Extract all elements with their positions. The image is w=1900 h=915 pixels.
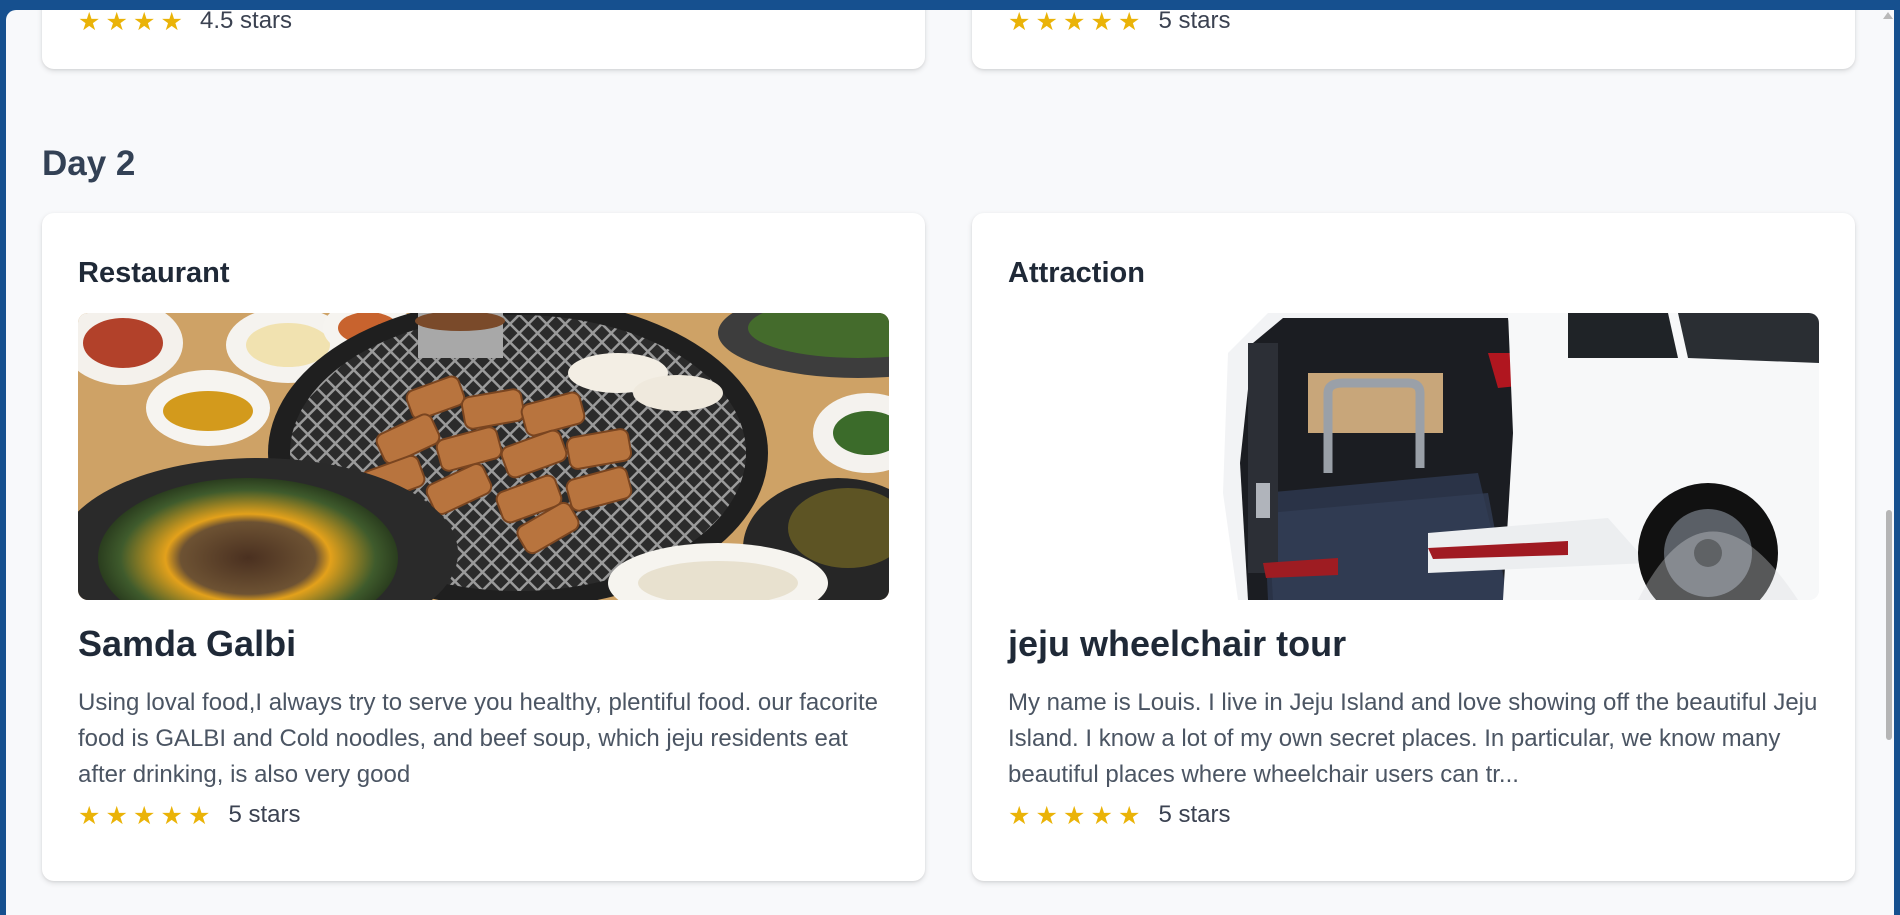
rating-row: ★ ★ ★ ★ ★ 5 stars xyxy=(78,801,301,829)
star-icon: ★ xyxy=(105,800,128,830)
rating-label: 5 stars xyxy=(1158,10,1231,34)
scroll-thumb[interactable] xyxy=(1886,510,1892,740)
star-icon: ★ xyxy=(160,800,183,830)
star-icon: ★ xyxy=(78,800,101,830)
card-category: Attraction xyxy=(1008,257,1145,289)
star-icon: ★ xyxy=(105,10,128,36)
star-icon: ★ xyxy=(1118,10,1141,36)
card-title[interactable]: jeju wheelchair tour xyxy=(1008,623,1346,665)
star-icon: ★ xyxy=(133,10,156,36)
card-title[interactable]: Samda Galbi xyxy=(78,623,296,665)
star-icon: ★ xyxy=(1063,10,1086,36)
rating-stars: ★ ★ ★ ★ ★ xyxy=(78,803,216,828)
star-icon: ★ xyxy=(1090,10,1113,36)
day1-card-right[interactable]: ★ ★ ★ ★ ★ 5 stars xyxy=(972,10,1855,69)
rating-row: ★ ★ ★ ★ 4.5 stars xyxy=(78,10,292,35)
rating-label: 5 stars xyxy=(1158,801,1231,828)
star-icons: ★ ★ ★ ★ xyxy=(78,10,188,34)
vertical-scrollbar[interactable] xyxy=(1882,10,1894,915)
page-viewport: ★ ★ ★ ★ 4.5 stars ★ ★ ★ ★ ★ 5 stars Day 2 Resta… xyxy=(6,10,1894,915)
card-category: Restaurant xyxy=(78,257,230,289)
star-icon: ★ xyxy=(1035,10,1058,36)
grilled-pork-photo xyxy=(78,313,889,600)
star-icons: ★ ★ ★ ★ ★ xyxy=(78,803,216,828)
star-icon: ★ xyxy=(1090,800,1113,830)
restaurant-card[interactable]: Restaurant Samda Galbi Using loval food,… xyxy=(42,213,925,881)
attraction-image xyxy=(1008,313,1819,600)
restaurant-image xyxy=(78,313,889,600)
rating-stars: ★ ★ ★ ★ ★ xyxy=(1008,10,1146,34)
wheelchair-van-photo xyxy=(1008,313,1819,600)
star-icon: ★ xyxy=(188,800,211,830)
card-description: My name is Louis. I live in Jeju Island … xyxy=(1008,689,1818,788)
attraction-card[interactable]: Attraction jeju wheelchair tour My name … xyxy=(972,213,1855,881)
rating-stars: ★ ★ ★ ★ xyxy=(78,10,188,34)
card-description: Using loval food,I always try to serve y… xyxy=(78,689,878,788)
rating-label: 4.5 stars xyxy=(200,10,293,34)
star-icon: ★ xyxy=(78,10,101,36)
day1-card-left[interactable]: ★ ★ ★ ★ 4.5 stars xyxy=(42,10,925,69)
star-icon: ★ xyxy=(1008,800,1031,830)
star-icon: ★ xyxy=(1118,800,1141,830)
rating-row: ★ ★ ★ ★ ★ 5 stars xyxy=(1008,801,1231,829)
star-icons: ★ ★ ★ ★ ★ xyxy=(1008,803,1146,828)
star-icon: ★ xyxy=(1035,800,1058,830)
star-icon: ★ xyxy=(1008,10,1031,36)
star-icon: ★ xyxy=(1063,800,1086,830)
rating-stars: ★ ★ ★ ★ ★ xyxy=(1008,803,1146,828)
day-heading: Day 2 xyxy=(42,144,136,183)
star-icon: ★ xyxy=(160,10,183,36)
star-icon: ★ xyxy=(133,800,156,830)
scroll-up-icon[interactable] xyxy=(1883,12,1893,19)
rating-label: 5 stars xyxy=(228,801,301,828)
rating-row: ★ ★ ★ ★ ★ 5 stars xyxy=(1008,10,1231,35)
star-icons: ★ ★ ★ ★ ★ xyxy=(1008,10,1146,34)
